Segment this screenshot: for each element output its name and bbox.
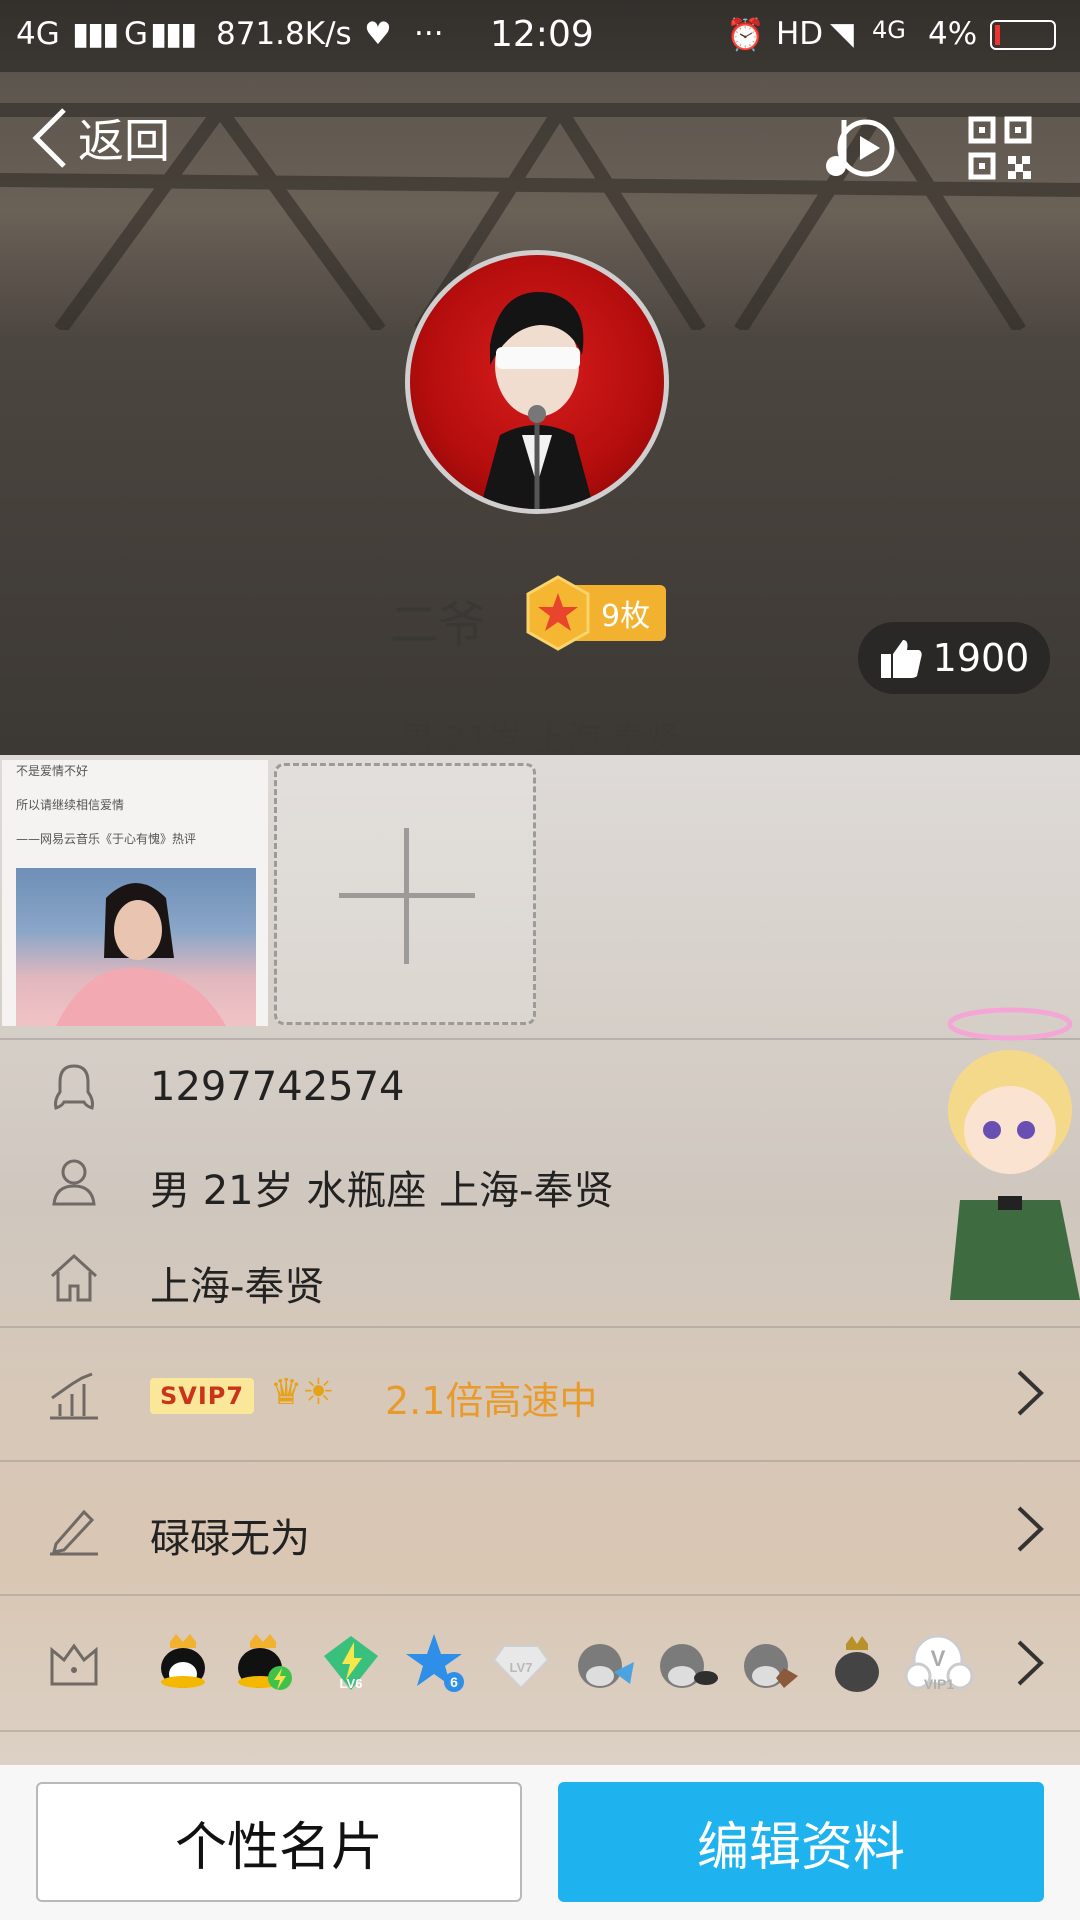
mascot-character[interactable]: [940, 1000, 1080, 1300]
qq-number: 1297742574: [150, 1064, 405, 1110]
vpn-icon: ♥: [364, 16, 392, 52]
battery-percent: 4%: [928, 16, 978, 52]
net-speed: 871.8K/s: [216, 16, 352, 52]
penguin-shark-icon: [578, 1644, 634, 1688]
personal-info: 男 21岁 水瓶座 上海-奉贤: [150, 1168, 614, 1214]
speed-chart-icon: [50, 1372, 98, 1420]
signature-text: 碌碌无为: [150, 1516, 310, 1562]
profile-subline: 男 21岁 上海 奉贤: [400, 720, 680, 760]
penguin-whale-icon: [660, 1644, 718, 1688]
more-dots: ···: [414, 16, 444, 52]
chevron-right-icon: [1017, 1640, 1044, 1686]
svg-text:LV6: LV6: [340, 1676, 363, 1691]
pencil-icon: [50, 1509, 98, 1556]
chevron-right-icon: [1017, 1370, 1044, 1416]
signal-icon: ▮▮▮: [72, 16, 119, 52]
hometown: 上海-奉贤: [150, 1264, 325, 1310]
vip-cloud-icon: V VIP1: [904, 1632, 974, 1698]
lv6-diamond-icon: LV6: [324, 1636, 378, 1691]
photo-caption-line: 不是爱情不好: [16, 764, 89, 778]
edit-profile-button[interactable]: 编辑资料: [558, 1782, 1044, 1902]
network-label-3: 4G: [872, 16, 906, 44]
qq-penguin-lightning-icon: [238, 1634, 292, 1690]
add-photo-button[interactable]: [274, 763, 536, 1025]
qq-penguin-gold-icon: [161, 1634, 205, 1688]
back-button[interactable]: 返回: [30, 105, 170, 171]
avatar[interactable]: [405, 250, 669, 514]
star-medal-icon: [526, 575, 590, 651]
divider: [0, 1038, 1080, 1040]
personal-card-button[interactable]: 个性名片: [36, 1782, 522, 1902]
star-moon-icon: 6: [406, 1634, 464, 1692]
svip-badge: SVIP7: [150, 1378, 255, 1414]
speed-text: 2.1倍高速中: [385, 1379, 598, 1423]
clock: 12:09: [490, 14, 594, 55]
hd-label: HD: [776, 16, 824, 52]
svg-text:V: V: [931, 1646, 946, 1671]
svg-text:LV7: LV7: [510, 1660, 533, 1675]
like-count: 1900: [932, 636, 1030, 680]
qq-penguin-icon: [54, 1064, 94, 1110]
chevron-left-icon: [32, 108, 66, 168]
photo-caption-line: ——网易云音乐《于心有愧》热评: [16, 832, 197, 846]
lv7-diamond-icon: LV7: [492, 1645, 550, 1690]
thumbs-up-icon: [880, 640, 922, 678]
photo-caption-line: 所以请继续相信爱情: [16, 798, 125, 812]
network-label-2: G: [124, 16, 149, 52]
avatar-illustration: [480, 292, 594, 509]
profile-name: 二爷: [390, 597, 487, 653]
signal-icon-2: ▮▮▮: [150, 16, 197, 52]
chevron-right-icon: [1017, 1506, 1044, 1552]
penguin-owl-icon: [744, 1644, 798, 1688]
vip-level-label: VIP1: [923, 1676, 955, 1692]
back-label: 返回: [78, 114, 170, 168]
medal-badge[interactable]: 9枚: [525, 575, 667, 651]
photo-image: [16, 868, 256, 1026]
home-icon: [50, 1253, 98, 1302]
status-bar: 4G ▮▮▮ G ▮▮▮ 871.8K/s ♥ ··· 12:09 ⏰ HD ◥…: [0, 0, 1080, 72]
crown-icon: [50, 1643, 98, 1686]
plus-icon-vertical: [404, 828, 409, 964]
music-play-icon[interactable]: [820, 112, 900, 182]
qr-code-icon[interactable]: [968, 116, 1032, 180]
user-icon: [52, 1159, 96, 1206]
like-button[interactable]: 1900: [858, 622, 1050, 694]
network-label: 4G: [16, 16, 60, 52]
penguin-crown-icon: [835, 1636, 879, 1692]
wifi-icon: ◥: [830, 16, 854, 52]
crown-sun-icon: ♛☀: [270, 1372, 335, 1413]
photo-wall-item[interactable]: 不是爱情不好 所以请继续相信爱情 ——网易云音乐《于心有愧》热评: [2, 760, 268, 1026]
battery-icon: [990, 20, 1056, 50]
svg-text:6: 6: [450, 1674, 458, 1690]
divider: [0, 1730, 1080, 1732]
alarm-icon: ⏰: [726, 17, 765, 53]
